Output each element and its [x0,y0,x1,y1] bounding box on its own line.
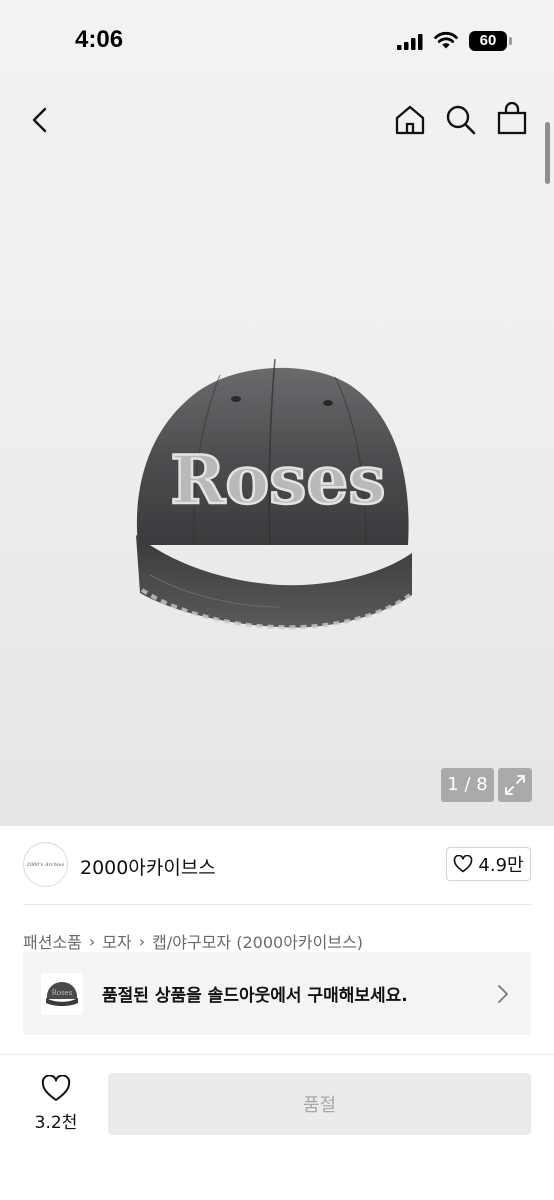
wishlist-count: 3.2천 [34,1113,78,1133]
battery-indicator: 60 [469,31,507,51]
soldout-banner[interactable]: Roses 품절된 상품을 솔드아웃에서 구매해보세요. [23,952,531,1035]
product-image-gallery[interactable]: 4:06 60 Roses 1 / 8 [0,0,554,826]
scroll-indicator [545,122,550,184]
battery-tip [509,37,512,45]
chevron-right-icon [498,985,508,1003]
chevron-right-icon: › [88,931,96,951]
banner-text: 품절된 상품을 솔드아웃에서 구매해보세요. [102,986,408,1006]
breadcrumb-item-1[interactable]: 패션소품 [23,929,82,953]
store-like-count: 4.9만 [478,855,524,876]
divider [0,1054,554,1055]
cap-embroidery-text: Roses [170,441,385,519]
store-logo[interactable]: 2000's Archive [23,842,68,887]
shopping-bag-icon[interactable] [496,102,528,136]
svg-text:Roses: Roses [52,989,73,997]
store-like-button[interactable]: 4.9만 [446,847,531,881]
status-bar: 4:06 60 [0,0,554,80]
cellular-signal-icon [397,34,423,50]
store-name[interactable]: 2000아카이브스 [80,853,216,880]
heart-icon [454,855,473,873]
home-icon[interactable] [394,104,426,136]
breadcrumb-item-3[interactable]: 캡/야구모자 (2000아카이브스) [152,929,363,953]
status-time: 4:06 [75,26,124,53]
expand-icon [505,775,525,795]
store-logo-text: 2000's Archive [26,862,65,868]
image-counter: 1 / 8 [441,768,494,802]
divider [23,904,531,905]
search-icon[interactable] [445,104,477,136]
cap-thumbnail: Roses [41,973,83,1015]
soldout-button[interactable]: 품절 [108,1073,531,1135]
breadcrumb-item-2[interactable]: 모자 [102,929,131,953]
wifi-icon [434,31,458,49]
chevron-left-icon[interactable] [28,106,52,134]
chevron-right-icon: › [138,931,146,951]
expand-button[interactable] [498,768,532,802]
heart-icon [41,1074,71,1101]
cap-product-image: Roses [136,358,412,630]
breadcrumb: 패션소품 › 모자 › 캡/야구모자 (2000아카이브스) [23,929,363,953]
store-row[interactable]: 2000's Archive 2000아카이브스 4.9만 [0,826,554,904]
wishlist-button[interactable]: 3.2천 [30,1074,82,1133]
